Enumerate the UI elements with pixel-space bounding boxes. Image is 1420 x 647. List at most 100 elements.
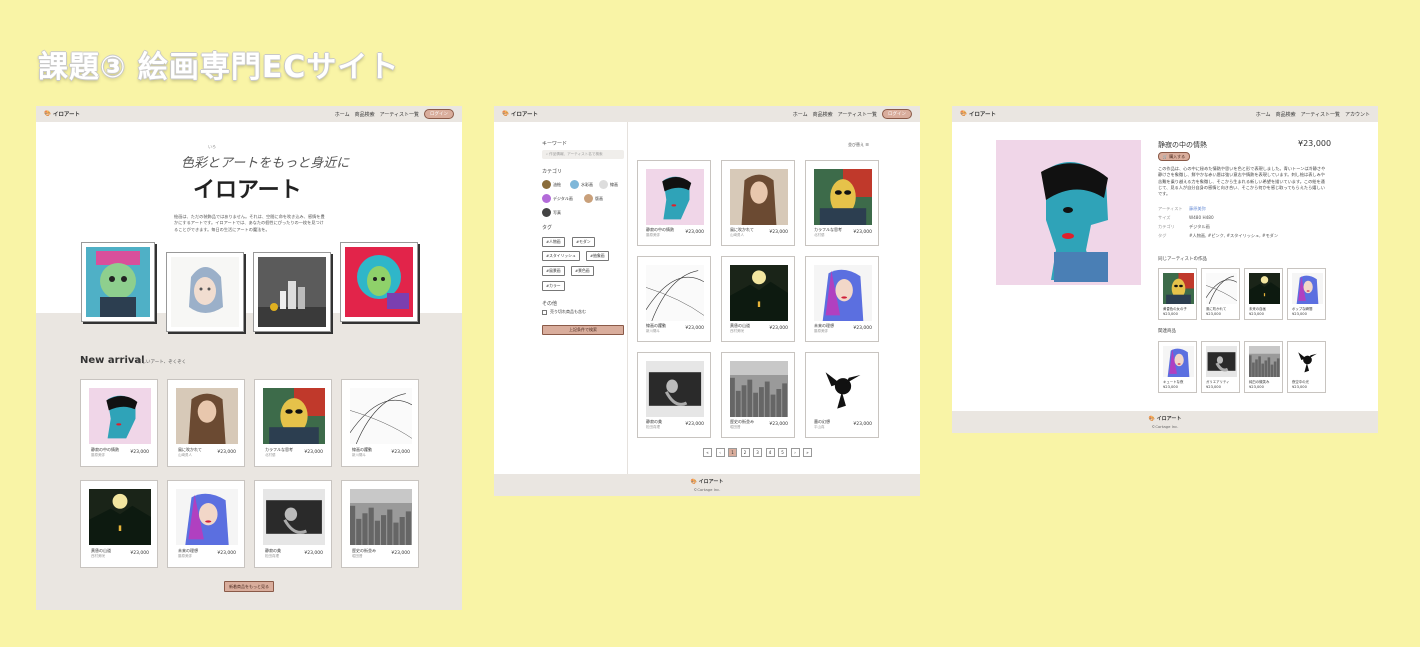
- product-card[interactable]: 未来の理想 藤原美弥 ¥23,000: [167, 480, 245, 568]
- product-card-title: 風に吹かれて: [1206, 307, 1227, 311]
- product-thumbnail: [814, 265, 872, 321]
- category-option[interactable]: 水彩画: [570, 180, 593, 189]
- footer: 🎨 イロアート ©Cortage Inc.: [952, 411, 1378, 433]
- category-name: 写真: [553, 209, 561, 215]
- tag-option[interactable]: #抽象画: [586, 251, 609, 261]
- category-thumb: [599, 180, 608, 189]
- product-card[interactable]: 静寂の中の情熱 藤原美弥 ¥23,000: [80, 379, 158, 467]
- category-option[interactable]: 油絵: [542, 180, 561, 189]
- product-card[interactable]: カラフルな思考 北村優 ¥23,000: [254, 379, 332, 467]
- soldout-checkbox[interactable]: [542, 309, 547, 315]
- nav-artists[interactable]: アーティスト一覧: [1301, 111, 1340, 118]
- product-thumbnail: [1249, 273, 1280, 304]
- buy-button[interactable]: 🛒 購入する: [1158, 152, 1190, 161]
- product-card[interactable]: 静寂の中の情熱 藤原美弥 ¥23,000: [637, 160, 711, 246]
- product-thumbnail: [646, 169, 704, 225]
- new-arrival-subtitle: 新しいアート、ぞくぞく: [137, 360, 187, 365]
- tag-option[interactable]: #風景画: [542, 266, 565, 276]
- nav-artists[interactable]: アーティスト一覧: [838, 111, 877, 118]
- tag-option[interactable]: #モダン: [572, 237, 595, 247]
- product-thumbnail: [1206, 346, 1237, 377]
- category-option[interactable]: デジタル画: [542, 194, 573, 203]
- nav-artists[interactable]: アーティスト一覧: [380, 111, 419, 118]
- product-card[interactable]: ポップな瞬間 ¥23,000: [1287, 268, 1326, 320]
- product-card[interactable]: 歴史の街並み 堀田晋 ¥23,000: [721, 352, 795, 438]
- product-card-price: ¥23,000: [1292, 385, 1307, 389]
- product-card[interactable]: 静寂の美 松田真理 ¥23,000: [254, 480, 332, 568]
- sort-icon: ☰: [865, 142, 869, 147]
- nav-search[interactable]: 商品検索: [355, 111, 375, 118]
- product-thumbnail: [646, 265, 704, 321]
- tag-option[interactable]: #カラー: [542, 281, 565, 291]
- login-button[interactable]: ログイン: [424, 109, 454, 119]
- tag-option[interactable]: #景色画: [571, 266, 594, 276]
- product-card[interactable]: ガリエアリティ ¥23,000: [1201, 341, 1240, 393]
- nav-account[interactable]: アカウント: [1345, 111, 1370, 118]
- product-card[interactable]: 黄昏の山道 西村美咲 ¥23,000: [721, 256, 795, 342]
- product-card[interactable]: 黄昏色の女の子 ¥23,000: [1158, 268, 1197, 320]
- tagline-ruby: いろ: [208, 144, 216, 149]
- nav-home[interactable]: ホーム: [793, 111, 808, 118]
- product-card-title: ガリエアリティ: [1206, 380, 1230, 384]
- category-option[interactable]: 写真: [542, 208, 561, 217]
- site-logo[interactable]: 🎨 イロアート: [960, 110, 996, 118]
- pagination-button[interactable]: ›: [790, 448, 800, 457]
- product-card[interactable]: 風に吹かれて 山崎勇人 ¥23,000: [167, 379, 245, 467]
- pagination-button[interactable]: 2: [740, 448, 750, 457]
- product-card-artist: 山崎勇人: [178, 453, 192, 457]
- product-card[interactable]: 線画の躍動 新川陽斗 ¥23,000: [341, 379, 419, 467]
- site-logo[interactable]: 🎨 イロアート: [502, 110, 538, 118]
- product-card[interactable]: 線画の躍動 新川陽斗 ¥23,000: [637, 256, 711, 342]
- product-thumbnail: [1292, 346, 1323, 377]
- logo-text: イロアート: [968, 112, 997, 118]
- pagination-button[interactable]: «: [703, 448, 712, 457]
- soldout-checkbox-row[interactable]: 売り切れ商品も含む: [542, 309, 586, 315]
- sort-label: 並び替え: [848, 142, 864, 147]
- pagination-button[interactable]: ‹: [715, 448, 725, 457]
- product-card[interactable]: 歴史の街並み 堀田晋 ¥23,000: [341, 480, 419, 568]
- pagination-button[interactable]: 1: [728, 448, 737, 457]
- tag-option[interactable]: #スタイリッシュ: [542, 251, 580, 261]
- more-new-button[interactable]: 新着商品をもっと見る: [224, 581, 274, 592]
- product-price: ¥23,000: [1298, 139, 1332, 148]
- pagination-button[interactable]: 3: [753, 448, 762, 457]
- category-thumb: [570, 180, 579, 189]
- category-name: 版画: [595, 195, 603, 201]
- product-card[interactable]: キュートな夜 ¥23,000: [1158, 341, 1197, 393]
- product-card[interactable]: 風に吹かれて 山崎勇人 ¥23,000: [721, 160, 795, 246]
- meta-value: デジタル画: [1189, 224, 1210, 229]
- category-option[interactable]: 版画: [584, 194, 603, 203]
- pagination-button[interactable]: 5: [778, 448, 787, 457]
- logo-text: イロアート: [52, 112, 81, 118]
- product-card[interactable]: 純白の微笑み ¥23,000: [1244, 341, 1283, 393]
- product-card[interactable]: 墨の幻想 平山真 ¥23,000: [805, 352, 879, 438]
- hero-art-3-image: [258, 257, 326, 327]
- meta-value: #人物画, #ピンク, #スタイリッシュ, #モダン: [1189, 233, 1279, 238]
- product-card[interactable]: 静寂の美 松田真理 ¥23,000: [637, 352, 711, 438]
- product-card-title: 未来の自画: [1249, 307, 1266, 311]
- product-card[interactable]: カラフルな思考 北村優 ¥23,000: [805, 160, 879, 246]
- pagination-button[interactable]: »: [803, 448, 812, 457]
- nav-home[interactable]: ホーム: [1256, 111, 1271, 118]
- product-card[interactable]: 未来の理想 藤原美弥 ¥23,000: [805, 256, 879, 342]
- login-button[interactable]: ログイン: [882, 109, 912, 119]
- search-submit-button[interactable]: 上記条件で検索: [542, 325, 624, 335]
- artist-link[interactable]: 藤原美弥: [1189, 206, 1206, 212]
- product-description: この作品は、心の中に秘めた情熱や思いを色と形で表現しました。青いトーンは冷静さや…: [1158, 166, 1326, 197]
- nav-search[interactable]: 商品検索: [1276, 111, 1296, 118]
- sort-button[interactable]: 並び替え ☰: [848, 142, 869, 148]
- product-card[interactable]: 夜空中の光 ¥23,000: [1287, 341, 1326, 393]
- keyword-input[interactable]: ⌕ 作品情報、アーティスト名で検索: [542, 150, 624, 159]
- site-logo[interactable]: 🎨 イロアート: [44, 110, 80, 118]
- pagination-button[interactable]: 4: [765, 448, 775, 457]
- product-card-price: ¥23,000: [1206, 385, 1221, 389]
- category-name: 水彩画: [581, 181, 593, 187]
- product-card[interactable]: 黄昏の山道 西村美咲 ¥23,000: [80, 480, 158, 568]
- category-option[interactable]: 線画: [599, 180, 618, 189]
- tag-option[interactable]: #人物画: [542, 237, 565, 247]
- nav-home[interactable]: ホーム: [335, 111, 350, 118]
- nav-search[interactable]: 商品検索: [813, 111, 833, 118]
- product-card-price: ¥23,000: [217, 551, 236, 556]
- product-card[interactable]: 風に吹かれて ¥23,000: [1201, 268, 1240, 320]
- product-card[interactable]: 未来の自画 ¥23,000: [1244, 268, 1283, 320]
